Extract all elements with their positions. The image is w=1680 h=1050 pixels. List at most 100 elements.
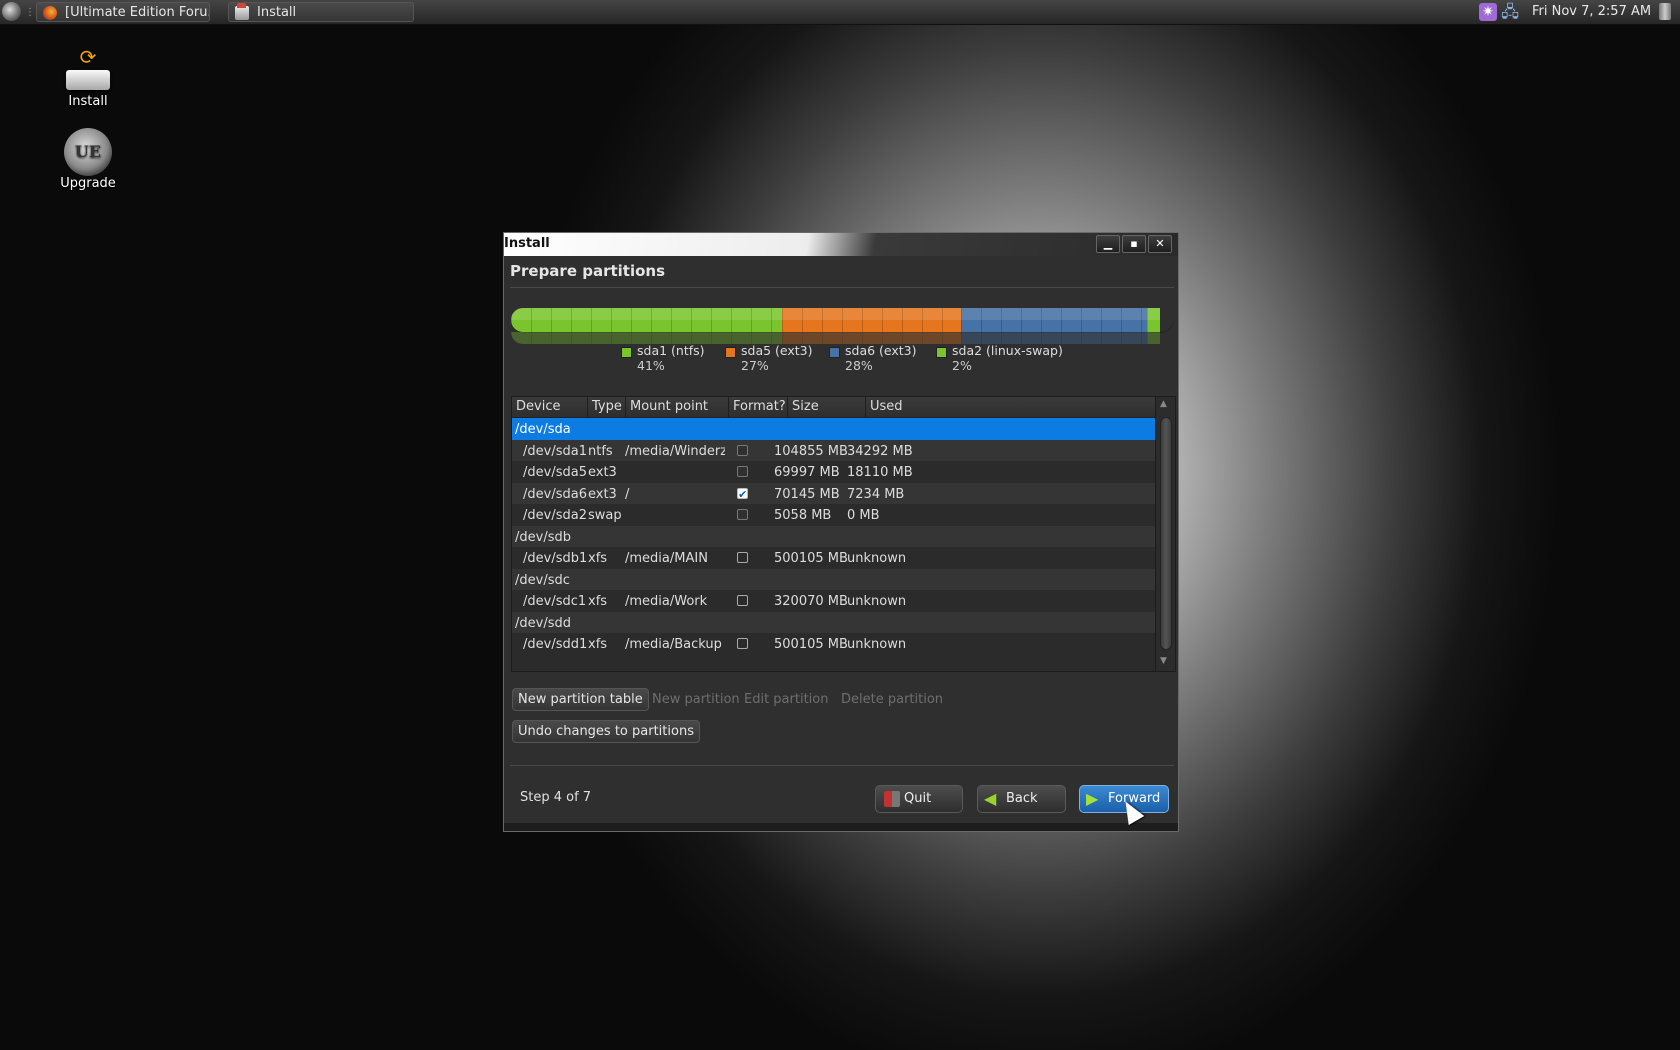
back-button[interactable]: ◀ Back [977,785,1066,813]
step-indicator: Step 4 of 7 [520,790,592,805]
new-partition-button[interactable]: New partition [646,688,746,711]
cell-type: xfs [588,594,608,609]
taskbar-item-install[interactable]: Install [228,2,414,22]
format-checkbox[interactable] [737,466,748,477]
column-header-size[interactable]: Size [788,397,866,417]
partition-segment [782,308,962,332]
format-checkbox[interactable] [737,595,748,606]
installer-drive-icon: ⟳ [63,47,113,94]
scroll-up-arrow-icon[interactable]: ▲ [1160,399,1167,409]
network-icon[interactable]: 🖧 [1501,3,1519,21]
column-header-type[interactable]: Type [588,397,626,417]
legend-percent: 28% [845,358,873,373]
top-panel: ⋮ [Ultimate Edition Foru... Install ✷ 🖧 … [0,0,1680,25]
format-checkbox[interactable] [737,638,748,649]
cell-type: ext3 [588,465,617,480]
ue-upgrade-icon: UE [64,128,112,176]
disk-row[interactable]: /dev/sdc [512,568,1155,592]
minimize-button[interactable]: ▁ [1096,235,1120,253]
table-scrollbar[interactable]: ▲ ▼ [1155,397,1175,671]
cell-type: ntfs [588,443,613,459]
disk-install-icon [235,3,249,20]
desktop-icon-upgrade[interactable]: UE Upgrade [43,128,133,191]
table-row[interactable]: /dev/sdd1 xfs/media/Backup 500105 MB unknow… [512,633,1155,656]
new-partition-table-button[interactable]: New partition table [512,688,649,711]
window-titlebar[interactable]: Install ▁ ▪ ✕ [504,233,1178,256]
table-row[interactable]: /dev/sda5 ext3 69997 MB 18110 MB [512,461,1155,484]
disk-row[interactable]: /dev/sdd [512,611,1155,635]
format-checkbox[interactable] [737,444,748,456]
table-row[interactable]: /dev/sdb1 xfs/media/MAIN 500105 MB unknown [512,547,1155,570]
menu-separator-icon: ⋮ [25,7,35,18]
cell-size: 70145 MB [774,486,840,502]
column-header-used[interactable]: Used [866,397,1155,417]
cell-used: 18110 MB [847,465,913,480]
cell-size: 320070 MB [774,594,848,609]
scrollbar-thumb[interactable] [1160,417,1172,650]
disk-row[interactable]: /dev/sdb [512,525,1155,549]
legend-swatch [829,347,840,358]
cell-mount: /media/MAIN [625,551,708,566]
cell-device: /dev/sdc1 [523,594,587,609]
format-checkbox[interactable] [737,552,748,563]
taskbar-item-browser[interactable]: [Ultimate Edition Foru... [36,2,210,22]
partition-usage-bar [511,308,1173,332]
legend-swatch [621,347,632,358]
cell-size: 104855 MB [774,443,848,459]
cell-device: /dev/sda1 [523,443,587,459]
install-window: Install ▁ ▪ ✕ Prepare partitions sda1 (n… [503,232,1179,832]
column-header-format[interactable]: Format? [729,397,788,417]
clock[interactable]: Fri Nov 7, 2:57 AM [1532,0,1651,23]
delete-partition-button[interactable]: Delete partition [835,688,949,711]
scroll-down-arrow-icon[interactable]: ▼ [1160,656,1167,666]
partition-segment [961,308,1147,332]
column-header-device[interactable]: Device [512,397,588,417]
cell-type: xfs [588,551,608,566]
maximize-button[interactable]: ▪ [1122,235,1146,253]
column-header-mount[interactable]: Mount point [626,397,729,417]
cell-device: /dev/sda [515,422,571,437]
forward-arrow-icon: ▶ [1086,789,1099,808]
taskbar-item-label: Install [257,5,297,20]
cell-used: unknown [847,637,907,652]
divider [510,765,1174,766]
firefox-icon [43,6,57,20]
cell-mount: / [625,486,630,502]
cell-used: 0 MB [847,508,880,523]
cell-size: 5058 MB [774,508,832,523]
window-title: Install [504,236,550,251]
cell-size: 500105 MB [774,551,848,566]
partition-segment [511,308,783,332]
back-label: Back [1006,791,1038,806]
cell-device: /dev/sda2 [523,508,587,523]
table-row[interactable]: /dev/sda1 ntfs/media/Winderz 104855 MB 3429… [512,439,1155,463]
cell-mount: /media/Backup [625,637,722,652]
disk-row[interactable]: /dev/sda [512,418,1155,441]
desktop-icon-label: Upgrade [60,176,116,191]
cell-size: 69997 MB [774,465,840,480]
table-row[interactable]: /dev/sdc1 xfs/media/Work 320070 MB unknown [512,590,1155,613]
cell-device: /dev/sdd [515,615,571,631]
main-menu-icon[interactable] [2,2,21,21]
partition-table[interactable]: Device Type Mount point Format? Size Use… [511,396,1176,672]
page-heading: Prepare partitions [510,262,666,280]
quit-label: Quit [904,791,932,806]
format-checkbox[interactable] [737,483,748,506]
cell-type: xfs [588,637,608,652]
quit-button[interactable]: Quit [875,785,963,813]
format-checkbox[interactable] [737,509,748,520]
cell-used: unknown [847,594,907,609]
table-row[interactable]: /dev/sda6 ext3 / 70145 MB 7234 MB [512,482,1155,506]
quit-icon [884,791,900,807]
undo-changes-button[interactable]: Undo changes to partitions [512,720,700,743]
legend-percent: 27% [741,358,769,373]
close-button[interactable]: ✕ [1148,235,1172,253]
table-row[interactable]: /dev/sda2 swap 5058 MB 0 MB [512,504,1155,527]
settings-icon[interactable]: ✷ [1479,3,1497,21]
cell-type: ext3 [588,486,617,502]
desktop-icon-install[interactable]: ⟳ Install [43,47,133,109]
trash-icon[interactable] [1659,3,1671,20]
taskbar-item-label: [Ultimate Edition Foru... [65,5,210,20]
edit-partition-button[interactable]: Edit partition [738,688,834,711]
desktop-icon-label: Install [68,94,108,109]
